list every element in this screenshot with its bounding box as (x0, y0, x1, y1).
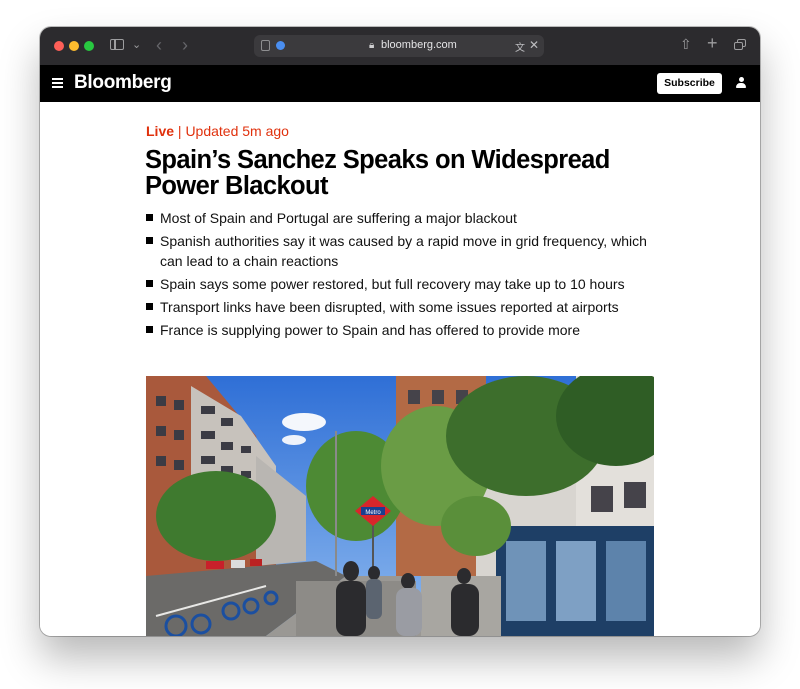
live-label: Live (146, 123, 175, 139)
separator: | (177, 123, 182, 139)
chevron-down-icon[interactable]: ⌄ (132, 38, 141, 51)
url-text[interactable]: bloomberg.com (381, 39, 457, 51)
translate-icon[interactable]: 文 (515, 39, 525, 54)
new-tab-icon[interactable]: + (707, 33, 718, 54)
metro-sign-text: Metro (365, 510, 381, 516)
user-icon[interactable] (736, 77, 746, 89)
zoom-window-button[interactable] (84, 41, 94, 51)
close-window-button[interactable] (54, 41, 64, 51)
article-headline: Spain’s Sanchez Speaks on Widespread Pow… (145, 146, 610, 200)
site-header: Bloomberg Subscribe (40, 65, 760, 102)
updated-time: Updated 5m ago (185, 123, 289, 139)
article-photo[interactable]: Metro (146, 376, 654, 636)
globe-icon (276, 41, 285, 50)
close-icon[interactable]: ✕ (529, 38, 539, 52)
back-icon[interactable]: ‹ (156, 35, 162, 56)
share-icon[interactable]: ⇧ (680, 36, 692, 53)
live-status: Live | Updated 5m ago (146, 123, 289, 139)
lock-icon: 🔒︎ (369, 40, 375, 51)
menu-icon[interactable] (52, 78, 63, 88)
street-scene-image: Metro (146, 376, 654, 636)
browser-toolbar: ⌄ ‹ › 🔒︎ bloomberg.com 文 ✕ ⇧ + (40, 27, 760, 66)
tab-overview-icon[interactable] (261, 40, 270, 51)
sidebar-icon[interactable] (110, 39, 124, 50)
summary-bullet: Most of Spain and Portugal are suffering… (146, 208, 666, 228)
forward-icon[interactable]: › (182, 35, 188, 56)
site-logo[interactable]: Bloomberg (74, 72, 172, 94)
summary-bullets: Most of Spain and Portugal are suffering… (146, 208, 666, 343)
minimize-window-button[interactable] (69, 41, 79, 51)
address-bar[interactable]: 🔒︎ bloomberg.com 文 ✕ (254, 35, 544, 57)
summary-bullet: Transport links have been disrupted, wit… (146, 297, 666, 317)
article-content: Live | Updated 5m ago Spain’s Sanchez Sp… (40, 102, 760, 636)
summary-bullet: France is supplying power to Spain and h… (146, 320, 666, 340)
tabs-icon[interactable] (734, 39, 746, 50)
summary-bullet: Spanish authorities say it was caused by… (146, 231, 666, 271)
browser-window: ⌄ ‹ › 🔒︎ bloomberg.com 文 ✕ ⇧ + Bloomberg… (40, 27, 760, 636)
subscribe-button[interactable]: Subscribe (657, 73, 722, 94)
summary-bullet: Spain says some power restored, but full… (146, 274, 666, 294)
